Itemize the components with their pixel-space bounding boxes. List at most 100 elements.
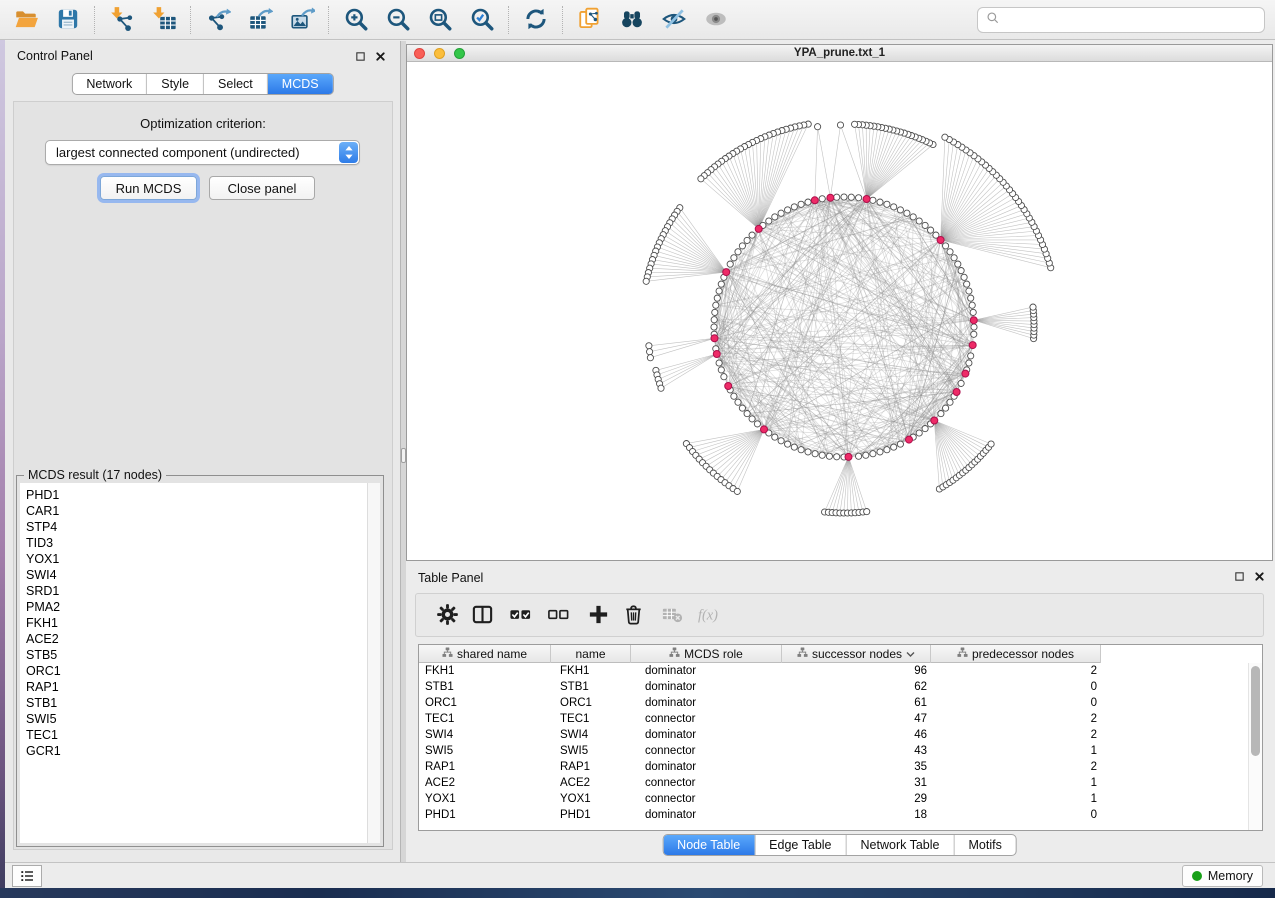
export-image-icon [289, 6, 315, 35]
mcds-result-item[interactable]: CAR1 [20, 503, 380, 519]
table-cell: 29 [782, 791, 931, 807]
table-panel: Table Panel f(x) shared namenameMCDS rol… [406, 563, 1273, 859]
close-panel-button[interactable]: Close panel [209, 176, 315, 200]
tab-node-table[interactable]: Node Table [663, 835, 754, 855]
zoom-out-icon [385, 6, 411, 35]
close-table-panel-icon[interactable] [1253, 570, 1266, 583]
memory-button[interactable]: Memory [1182, 865, 1263, 887]
column-header-shared-name[interactable]: shared name [419, 645, 551, 663]
zoom-out-button[interactable] [379, 3, 417, 37]
float-table-panel-icon[interactable] [1233, 570, 1246, 583]
table-cell: dominator [631, 727, 782, 743]
import-table-button[interactable] [145, 3, 183, 37]
table-row[interactable]: PHD1PHD1dominator180 [419, 807, 1262, 823]
table-cell: STB1 [419, 679, 551, 695]
search-input[interactable] [1006, 13, 1256, 27]
tab-style[interactable]: Style [146, 74, 203, 94]
table-scrollbar[interactable] [1248, 663, 1262, 830]
mcds-result-item[interactable]: TID3 [20, 535, 380, 551]
mcds-result-item[interactable]: SRD1 [20, 583, 380, 599]
export-table-button[interactable] [241, 3, 279, 37]
hide-selected-button[interactable] [655, 3, 693, 37]
table-cell: ACE2 [551, 775, 631, 791]
tab-mcds[interactable]: MCDS [267, 74, 333, 94]
table-cell: dominator [631, 807, 782, 823]
refresh-network-button[interactable] [517, 3, 555, 37]
show-all-button[interactable] [697, 3, 735, 37]
table-scrollbar-thumb[interactable] [1251, 666, 1260, 756]
column-header-name[interactable]: name [551, 645, 631, 663]
toolbar-separator [190, 6, 191, 34]
export-image-button[interactable] [283, 3, 321, 37]
new-network-from-selection-button[interactable] [571, 3, 609, 37]
zoom-selected-button[interactable] [463, 3, 501, 37]
mcds-result-list[interactable]: PHD1CAR1STP4TID3YOX1SWI4SRD1PMA2FKH1ACE2… [20, 483, 380, 843]
mcds-result-item[interactable]: STB1 [20, 695, 380, 711]
tab-network[interactable]: Network [72, 74, 146, 94]
settings-gear-button[interactable] [434, 604, 460, 628]
hide-selected-icon [661, 6, 687, 35]
select-all-button[interactable] [507, 604, 533, 628]
delete-column-button[interactable] [620, 604, 646, 628]
network-graph[interactable] [407, 62, 1272, 560]
table-row[interactable]: SWI5SWI5connector431 [419, 743, 1262, 759]
table-cell: 2 [931, 711, 1101, 727]
task-history-button[interactable] [12, 865, 42, 887]
table-row[interactable]: FKH1FKH1dominator962 [419, 663, 1262, 679]
optimization-criterion-select[interactable]: largest connected component (undirected) [45, 140, 360, 165]
mcds-result-item[interactable]: ORC1 [20, 663, 380, 679]
table-cell: 1 [931, 743, 1101, 759]
splitter-handle[interactable] [401, 448, 406, 463]
run-mcds-button[interactable]: Run MCDS [100, 176, 197, 200]
open-file-button[interactable] [7, 3, 45, 37]
table-cell: dominator [631, 695, 782, 711]
table-row[interactable]: ORC1ORC1dominator610 [419, 695, 1262, 711]
mcds-result-item[interactable]: TEC1 [20, 727, 380, 743]
column-header-predecessor-nodes[interactable]: predecessor nodes [931, 645, 1101, 663]
mcds-result-item[interactable]: GCR1 [20, 743, 380, 759]
table-row[interactable]: RAP1RAP1dominator352 [419, 759, 1262, 775]
network-canvas[interactable] [407, 62, 1272, 560]
mcds-result-item[interactable]: RAP1 [20, 679, 380, 695]
tab-network-table[interactable]: Network Table [846, 835, 954, 855]
network-window-titlebar[interactable]: YPA_prune.txt_1 [407, 45, 1272, 62]
float-panel-icon[interactable] [354, 50, 367, 63]
save-session-button[interactable] [49, 3, 87, 37]
search-network-button[interactable] [613, 3, 651, 37]
toolbar-separator [562, 6, 563, 34]
table-row[interactable]: YOX1YOX1connector291 [419, 791, 1262, 807]
import-network-button[interactable] [103, 3, 141, 37]
add-column-button[interactable] [585, 604, 611, 628]
mcds-list-scrollbar[interactable] [367, 483, 380, 843]
table-cell: 18 [782, 807, 931, 823]
show-columns-button[interactable] [469, 604, 495, 628]
tab-motifs[interactable]: Motifs [953, 835, 1015, 855]
mcds-result-item[interactable]: SWI5 [20, 711, 380, 727]
vertical-splitter[interactable] [401, 41, 406, 862]
table-row[interactable]: SWI4SWI4dominator462 [419, 727, 1262, 743]
mcds-result-item[interactable]: PHD1 [20, 487, 380, 503]
table-row[interactable]: TEC1TEC1connector472 [419, 711, 1262, 727]
deselect-all-button[interactable] [545, 604, 571, 628]
column-header-MCDS-role[interactable]: MCDS role [631, 645, 782, 663]
mcds-result-item[interactable]: ACE2 [20, 631, 380, 647]
network-search-box[interactable] [977, 7, 1265, 33]
mcds-result-item[interactable]: PMA2 [20, 599, 380, 615]
zoom-in-button[interactable] [337, 3, 375, 37]
mcds-result-item[interactable]: STB5 [20, 647, 380, 663]
mcds-result-item[interactable]: FKH1 [20, 615, 380, 631]
tab-edge-table[interactable]: Edge Table [754, 835, 845, 855]
table-row[interactable]: STB1STB1dominator620 [419, 679, 1262, 695]
close-panel-icon[interactable] [374, 50, 387, 63]
export-network-button[interactable] [199, 3, 237, 37]
table-cell: ORC1 [551, 695, 631, 711]
mcds-result-item[interactable]: SWI4 [20, 567, 380, 583]
zoom-fit-button[interactable] [421, 3, 459, 37]
mcds-result-item[interactable]: YOX1 [20, 551, 380, 567]
mcds-result-item[interactable]: STP4 [20, 519, 380, 535]
dropdown-stepper-icon [339, 142, 358, 163]
tab-select[interactable]: Select [203, 74, 267, 94]
column-header-successor-nodes[interactable]: successor nodes [782, 645, 931, 663]
table-row[interactable]: ACE2ACE2connector311 [419, 775, 1262, 791]
search-network-icon [619, 6, 645, 35]
